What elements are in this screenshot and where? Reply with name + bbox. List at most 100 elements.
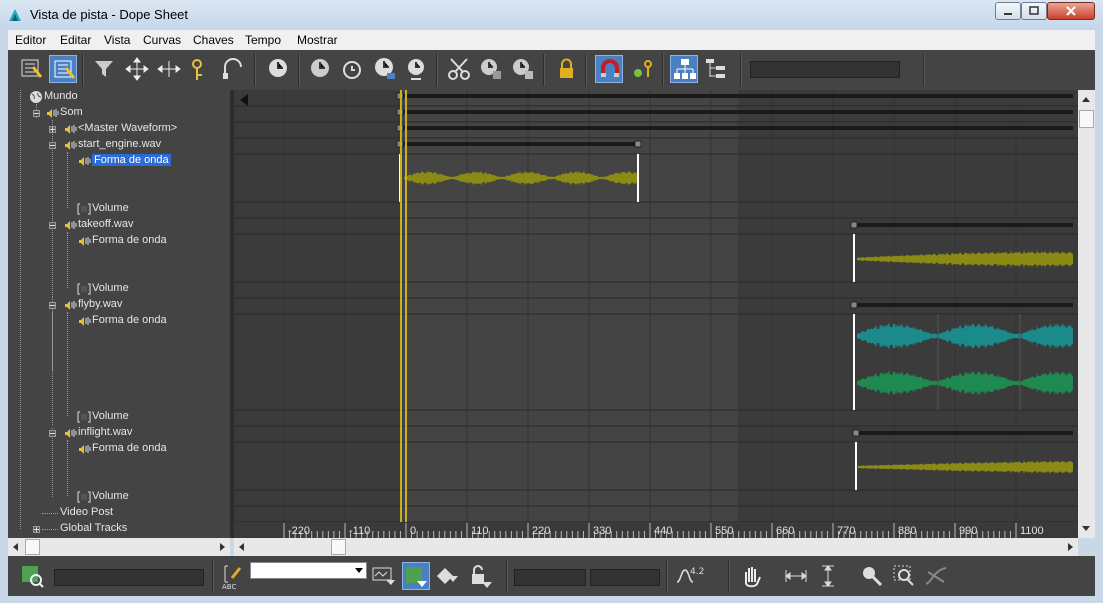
vertical-scrollbar[interactable] [1078,90,1095,538]
slide-keys-button[interactable] [155,55,183,83]
tree-item-volume[interactable]: Volume [92,202,129,214]
tree-item-flyby[interactable]: flyby.wav [78,298,122,310]
filters-button[interactable] [91,55,119,83]
tree-item-global-tracks[interactable]: Global Tracks [60,522,127,534]
select-by-name-field[interactable] [54,569,204,586]
range-bar[interactable] [854,303,1073,307]
menu-tempo[interactable]: Tempo [245,33,281,47]
scroll-left-icon[interactable] [239,543,244,551]
snap-frames-button[interactable] [595,55,623,83]
key-value-field[interactable] [590,569,660,586]
isolate-curve-button[interactable] [922,562,950,590]
select-time-button[interactable] [265,55,293,83]
cut-button[interactable] [445,55,473,83]
filter-animated-tracks-button[interactable] [434,562,462,590]
collapse-icon[interactable] [49,222,56,229]
filter-button[interactable] [17,55,45,83]
collapse-icon[interactable] [49,430,56,437]
tree-item-inflight[interactable]: inflight.wav [78,426,132,438]
tree-item-forma-de-onda[interactable]: Forma de onda [92,442,167,454]
filter-selected-objects-button[interactable] [402,562,430,590]
menu-chaves[interactable]: Chaves [193,33,234,47]
scroll-left-icon[interactable] [13,543,18,551]
delete-time-button[interactable] [307,55,335,83]
keys-scroll-thumb[interactable] [331,539,346,555]
zoom-button[interactable] [858,562,886,590]
show-selected-key-stats-button[interactable]: 4.2 [674,562,704,590]
scroll-down-icon[interactable] [1082,526,1090,531]
minimize-button[interactable] [995,2,1021,20]
keys-horizontal-scrollbar[interactable] [234,538,1078,556]
key-box[interactable] [850,301,858,309]
tree-item-volume[interactable]: Volume [92,490,129,502]
close-button[interactable] [1047,2,1095,20]
filter-selected-tracks-button[interactable] [370,562,398,590]
menu-mostrar[interactable]: Mostrar [297,33,338,47]
lock-key-button[interactable] [629,55,657,83]
tree-item-start-engine[interactable]: start_engine.wav [78,138,161,150]
scroll-right-icon[interactable] [220,543,225,551]
track-set-dropdown[interactable] [250,562,367,579]
tree-horizontal-scrollbar[interactable] [8,538,230,556]
expand-icon[interactable] [33,526,40,533]
waveform-icon [79,445,91,454]
zoom-region-button[interactable] [890,562,918,590]
track-selection-field[interactable] [750,61,900,78]
insert-time-button[interactable] [403,55,431,83]
menu-editor[interactable]: Editor [15,33,46,47]
maximize-button[interactable] [1021,2,1047,20]
key-box[interactable] [634,140,642,148]
range-bar[interactable] [854,223,1073,227]
menu-curvas[interactable]: Curvas [143,33,181,47]
range-bar[interactable] [400,94,1073,98]
key-window[interactable]: -220 -110 0 110 220 330 440 550 660 770 880 990 1100 [234,90,1078,538]
paste-button[interactable] [509,55,537,83]
tree-item-forma-de-onda[interactable]: Forma de onda [92,314,167,326]
key-box[interactable] [850,221,858,229]
tree-scroll-thumb[interactable] [25,539,40,555]
range-start-marker[interactable] [240,94,248,106]
collapse-icon[interactable] [49,142,56,149]
tree-item-mundo[interactable]: Mundo [44,90,78,102]
move-keys-button[interactable] [123,55,151,83]
collapse-icon[interactable] [49,302,56,309]
tree-item-master-waveform[interactable]: <Master Waveform> [78,122,177,134]
key-box[interactable] [852,429,860,437]
collapse-icon[interactable] [33,110,40,117]
scroll-right-icon[interactable] [1068,543,1073,551]
filter-unlocked-button[interactable] [466,562,494,590]
scale-time-button[interactable] [371,55,399,83]
reverse-time-button[interactable] [339,55,367,83]
ruler-label: 660 [776,525,794,537]
range-bar[interactable] [856,431,1073,435]
tree-item-video-post[interactable]: Video Post [60,506,113,518]
expand-icon[interactable] [49,126,56,133]
menu-editar[interactable]: Editar [60,33,91,47]
range-bar[interactable] [400,126,1073,130]
add-keys-button[interactable] [187,55,215,83]
scale-keys-button[interactable] [219,55,247,83]
zoom-horizontal-extents-button[interactable] [782,562,810,590]
copy-button[interactable] [477,55,505,83]
tree-item-volume[interactable]: Volume [92,282,129,294]
dope-sheet-graph[interactable]: -220 -110 0 110 220 330 440 550 660 770 880 990 1100 [234,90,1078,538]
menu-vista[interactable]: Vista [104,33,130,47]
range-bar[interactable] [400,110,1073,114]
vertical-scroll-thumb[interactable] [1079,110,1094,128]
tree-item-volume[interactable]: Volume [92,410,129,422]
tree-item-som[interactable]: Som [60,106,83,118]
edit-track-set-button[interactable]: ABC [220,562,248,591]
range-bar[interactable] [400,142,638,146]
tree-item-forma-de-onda[interactable]: Forma de onda [92,234,167,246]
pan-button[interactable] [738,562,766,590]
edit-keys-button[interactable] [49,55,77,83]
zoom-value-extents-button[interactable] [814,562,842,590]
zoom-selected-object-button[interactable] [18,562,46,590]
tree-item-takeoff[interactable]: takeoff.wav [78,218,133,230]
lock-selection-button[interactable] [553,55,581,83]
modify-child-keys-button[interactable] [702,55,730,83]
scroll-up-icon[interactable] [1082,97,1090,102]
modify-subtree-button[interactable] [670,55,698,83]
tree-item-forma-de-onda[interactable]: Forma de onda [92,154,171,166]
key-time-field[interactable] [514,569,586,586]
